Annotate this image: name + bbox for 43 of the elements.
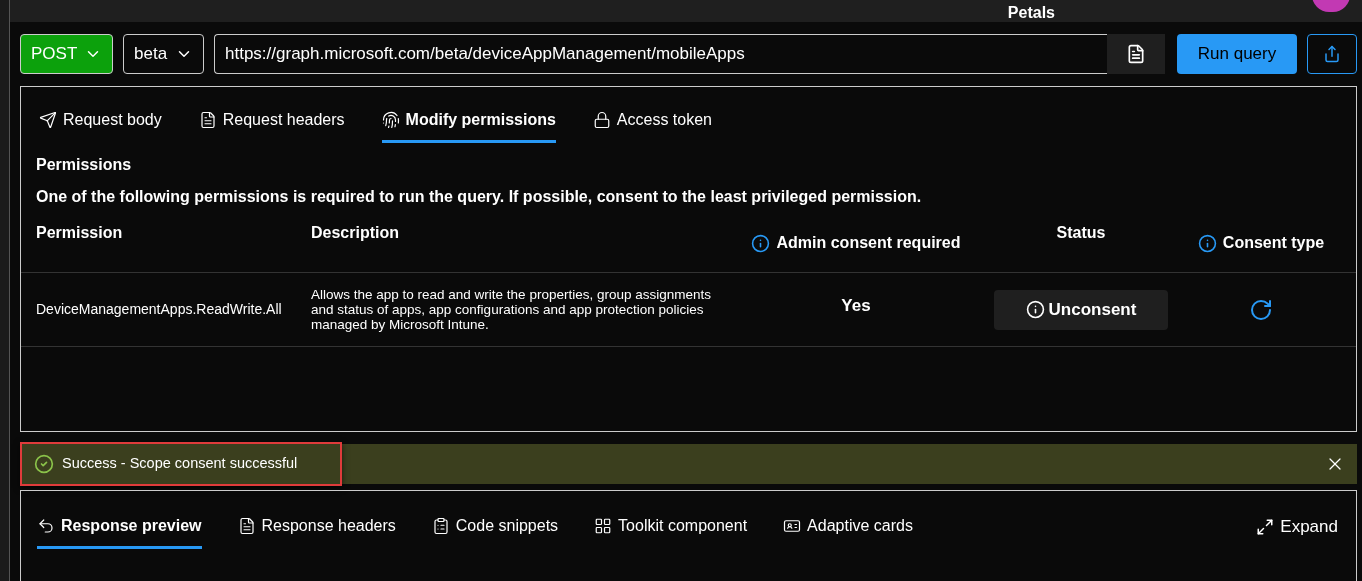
version-dropdown[interactable]: beta [123,34,204,74]
check-circle-icon [34,454,54,474]
column-header: Admin consent required [776,233,961,253]
url-field[interactable]: https://graph.microsoft.com/beta/deviceAppManagement/mobileApps [214,34,1107,74]
permissions-note: One of the following permissions is required to run the query. If possible, consent to the least privileged permission. [36,187,923,207]
undo-arrow-icon [37,516,55,535]
tab[interactable]: Adaptive cards [783,505,913,549]
unconsent-button[interactable]: Unconsent [993,289,1169,330]
run-query-button[interactable]: Run query [1177,34,1297,74]
tab[interactable]: Response preview [37,505,202,549]
grid-icon [594,516,613,535]
document-button[interactable] [1107,34,1165,74]
tab[interactable]: Response headers [237,505,396,549]
admin-consent-value: Yes [840,295,872,317]
column-header: Description [311,223,399,243]
tab[interactable]: Access token [592,99,712,143]
share-icon [1323,45,1341,63]
tab[interactable]: Code snippets [431,505,559,549]
expand-button[interactable]: Expand [1256,505,1338,549]
section-title: Permissions [36,155,133,175]
tab[interactable]: Request headers [198,99,345,143]
document-icon [237,516,256,535]
tab[interactable]: Modify permissions [381,99,556,143]
info-icon [1025,300,1045,319]
send-icon [39,110,57,129]
fingerprint-icon [381,110,400,129]
success-message: Success - Scope consent successful [20,442,342,486]
share-button[interactable] [1307,34,1357,74]
document-icon [1126,44,1146,64]
lock-icon [592,110,611,129]
document-icon [198,110,217,129]
permission-name: DeviceManagementApps.ReadWrite.All [36,300,283,319]
profile-name: Petals [1007,3,1055,22]
tab[interactable]: Request body [39,99,162,143]
expand-icon [1256,518,1275,536]
column-header: Status [1056,223,1106,243]
column-header: Consent type [1222,233,1325,253]
clipboard-icon [431,516,450,535]
info-icon[interactable] [1197,233,1217,253]
permission-description: Allows the app to read and write the properties, group assignments and status of apps, app configurations and app protection policies managed by Microsoft Intune. [311,287,712,332]
info-icon[interactable] [751,233,771,253]
column-header: Permission [36,223,123,243]
tab[interactable]: Toolkit component [594,505,748,549]
